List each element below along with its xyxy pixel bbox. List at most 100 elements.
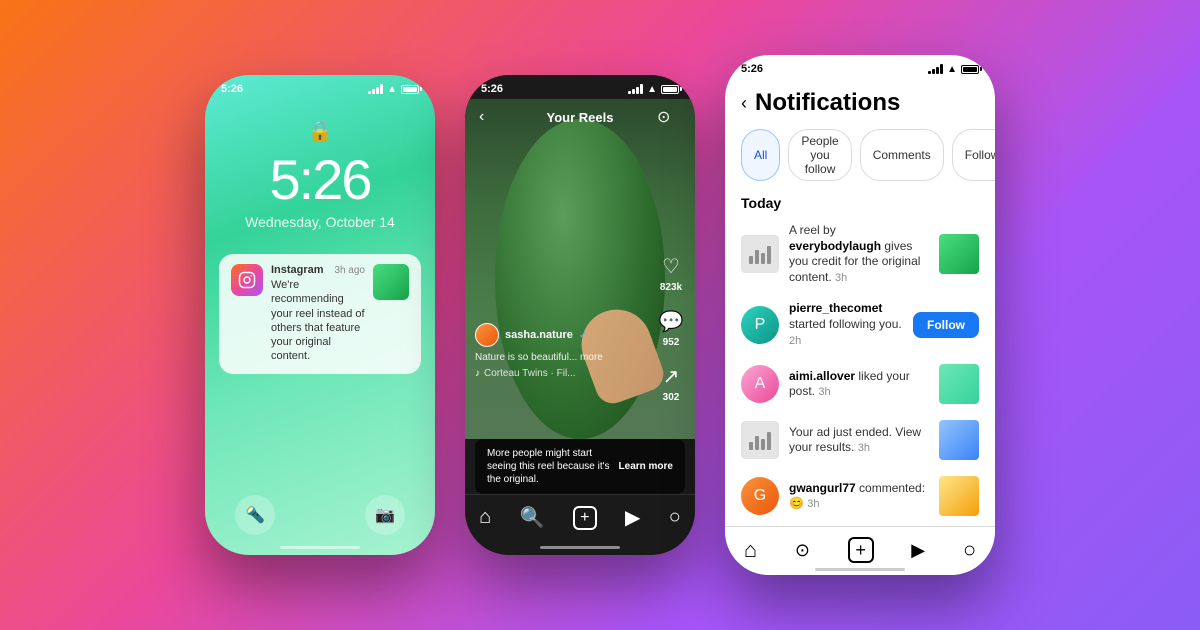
comments-action[interactable]: 💬 952 — [657, 307, 685, 348]
reels-caption: Nature is so beautiful... more — [475, 351, 645, 364]
reels-title: Your Reels — [503, 110, 657, 125]
learn-more-button[interactable]: Learn more — [619, 461, 673, 472]
reels-camera-button[interactable]: ⊙ — [657, 107, 681, 127]
notif-comment-text: gwangurl77 commented: 😊 3h — [789, 481, 929, 512]
notification-time: 3h ago — [334, 265, 365, 276]
time-display-3: 5:26 — [741, 63, 763, 75]
filter-all[interactable]: All — [741, 129, 780, 181]
time-display-2: 5:26 — [481, 83, 503, 95]
shares-count: 302 — [663, 392, 680, 403]
status-bar-2: 5:26 ▲ — [465, 75, 695, 99]
tab-home[interactable]: ⌂ — [479, 506, 491, 529]
notification-app-name: Instagram — [271, 264, 324, 276]
creator-username: sasha.nature — [505, 329, 573, 341]
pierre-avatar: P — [741, 306, 779, 344]
share-action[interactable]: ↗ 302 — [657, 362, 685, 403]
verified-badge: ✓ — [579, 330, 587, 341]
likes-count: 823k — [660, 282, 682, 293]
filter-follows[interactable]: Follows — [952, 129, 995, 181]
original-content-banner: More people might start seeing this reel… — [475, 439, 685, 494]
reels-top-nav: ‹ Your Reels ⊙ — [465, 99, 695, 135]
notifs-tab-reels[interactable]: ▶ — [911, 540, 925, 561]
lock-screen-content: 🔒 5:26 Wednesday, October 14 — [205, 99, 435, 230]
battery-icon-3 — [961, 65, 979, 74]
follow-button[interactable]: Follow — [913, 312, 979, 338]
lock-time: 5:26 — [270, 152, 371, 208]
notif-thumb-2 — [939, 364, 979, 404]
filter-comments[interactable]: Comments — [860, 129, 944, 181]
instagram-app-icon — [231, 264, 263, 296]
filter-people[interactable]: People you follow — [788, 129, 851, 181]
aimi-avatar: A — [741, 365, 779, 403]
lock-notification-banner[interactable]: Instagram 3h ago We're recommending your… — [219, 254, 421, 374]
signal-icon — [368, 84, 383, 94]
notification-content: Instagram 3h ago We're recommending your… — [271, 264, 365, 364]
chart-icon — [749, 244, 771, 264]
lock-bottom-controls: 🔦 📷 — [205, 495, 435, 535]
ad-chart-icon — [749, 430, 771, 450]
battery-icon-2 — [661, 85, 679, 94]
phone-reels-screen: 5:26 ▲ ‹ Your Reels ⊙ ♡ 823k — [465, 75, 695, 555]
heart-icon: ♡ — [657, 252, 685, 280]
tab-add[interactable]: + — [573, 506, 597, 530]
notifications-back-button[interactable]: ‹ — [741, 93, 747, 114]
likes-action[interactable]: ♡ 823k — [657, 252, 685, 293]
reels-content: ‹ Your Reels ⊙ ♡ 823k 💬 952 ↗ 302 sasha.… — [465, 99, 695, 439]
notification-header: Instagram 3h ago — [271, 264, 365, 276]
notif-ad-text: Your ad just ended. View your results. 3… — [789, 425, 929, 456]
home-indicator-1 — [280, 546, 360, 549]
status-bar-3: 5:26 ▲ — [725, 55, 995, 79]
reels-music: Corteau Twins · Fil... — [484, 368, 576, 379]
status-icons-2: ▲ — [628, 84, 679, 95]
reels-bottom-info: sasha.nature ✓ Nature is so beautiful...… — [475, 323, 645, 379]
notifications-title: Notifications — [755, 89, 900, 117]
notification-thumbnail — [373, 264, 409, 300]
notifications-header: ‹ Notifications — [725, 79, 995, 123]
reels-right-actions: ♡ 823k 💬 952 ↗ 302 — [657, 252, 685, 403]
notif-thumb-4 — [939, 476, 979, 516]
status-icons-3: ▲ — [928, 64, 979, 75]
phone-lock-screen: 5:26 ▲ 🔒 5:26 Wednesday, October 14 — [205, 75, 435, 555]
notifs-tab-search[interactable]: ⊙ — [795, 540, 810, 561]
status-bar-1: 5:26 ▲ — [205, 75, 435, 99]
lock-icon: 🔒 — [308, 119, 333, 144]
flashlight-button[interactable]: 🔦 — [235, 495, 275, 535]
reels-music-row: ♪ Corteau Twins · Fil... — [475, 368, 645, 379]
share-icon: ↗ — [657, 362, 685, 390]
notif-follow[interactable]: P pierre_thecomet started following you.… — [725, 293, 995, 356]
notif-like[interactable]: A aimi.allover liked your post. 3h — [725, 356, 995, 412]
home-indicator-2 — [540, 546, 620, 549]
notif-like-text: aimi.allover liked your post. 3h — [789, 369, 929, 400]
wifi-icon-3: ▲ — [947, 64, 957, 75]
notif-follow-text: pierre_thecomet started following you. 2… — [789, 301, 903, 348]
tab-reels[interactable]: ▶ — [625, 505, 640, 530]
notif-thumb-1 — [939, 234, 979, 274]
time-display-1: 5:26 — [221, 83, 243, 95]
original-banner-text: More people might start seeing this reel… — [487, 447, 611, 486]
notif-reel-credit-text: A reel by everybodylaugh gives you credi… — [789, 223, 929, 285]
gwangurl-avatar: G — [741, 477, 779, 515]
notif-comment[interactable]: G gwangurl77 commented: 😊 3h — [725, 468, 995, 524]
battery-icon — [401, 85, 419, 94]
signal-icon-3 — [928, 64, 943, 74]
creator-avatar — [475, 323, 499, 347]
reel-credit-avatar — [741, 235, 779, 273]
signal-icon-2 — [628, 84, 643, 94]
notif-ad[interactable]: Your ad just ended. View your results. 3… — [725, 412, 995, 468]
camera-button[interactable]: 📷 — [365, 495, 405, 535]
reels-back-button[interactable]: ‹ — [479, 108, 503, 126]
reels-tab-bar: ⌂ 🔍 + ▶ ○ — [465, 494, 695, 538]
notifs-tab-add[interactable]: + — [848, 537, 874, 563]
reels-user-row: sasha.nature ✓ — [475, 323, 645, 347]
phone-notifications-screen: 5:26 ▲ ‹ Notifications All People you fo… — [725, 55, 995, 575]
notification-text: We're recommending your reel instead of … — [271, 278, 365, 364]
lock-date: Wednesday, October 14 — [245, 214, 395, 230]
comments-count: 952 — [663, 337, 680, 348]
home-indicator-3 — [815, 568, 905, 571]
notif-reel-credit[interactable]: A reel by everybodylaugh gives you credi… — [725, 215, 995, 293]
comment-icon: 💬 — [657, 307, 685, 335]
notifs-tab-home[interactable]: ⌂ — [744, 537, 757, 563]
tab-search[interactable]: 🔍 — [520, 505, 545, 530]
notifs-tab-profile[interactable]: ○ — [963, 537, 976, 563]
tab-profile[interactable]: ○ — [669, 506, 681, 529]
